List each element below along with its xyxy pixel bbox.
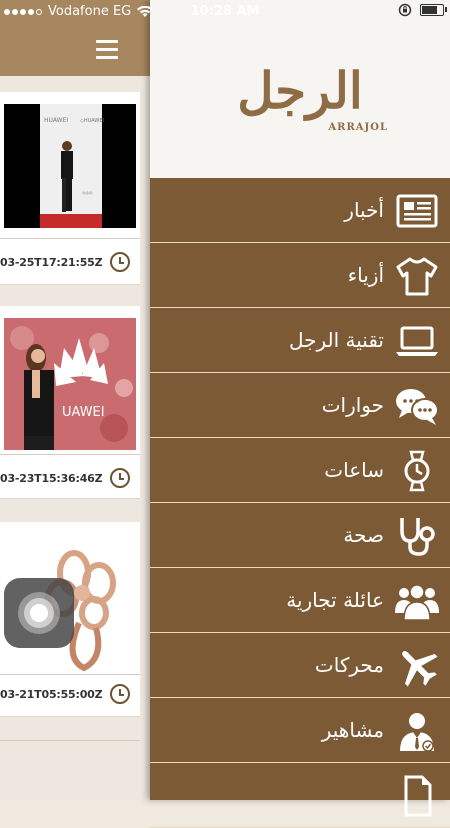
rotation-lock-icon bbox=[398, 3, 412, 17]
article-date: 03-21T05:55:00Z bbox=[0, 688, 103, 701]
arrajol-logo[interactable]: الرجل ARRAJOL bbox=[212, 60, 388, 136]
airplane-icon bbox=[394, 645, 440, 687]
drawer-menu: أخبار أزياء تقنية الرجل حوارات ساعات صحة… bbox=[150, 178, 450, 828]
clock-icon bbox=[110, 252, 130, 272]
menu-item-health[interactable]: صحة bbox=[150, 503, 450, 568]
logo-latin: ARRAJOL bbox=[328, 122, 388, 133]
status-time: 10:28 AM bbox=[190, 4, 260, 19]
menu-item-label: ساعات bbox=[324, 458, 384, 482]
logo-arabic: الرجل bbox=[237, 61, 363, 120]
menu-item-family-business[interactable]: عائلة تجارية bbox=[150, 568, 450, 633]
assistive-touch-button[interactable] bbox=[4, 578, 74, 648]
article-image: HUAWEI ◇HUAWEI ◎◎◎ bbox=[4, 104, 136, 228]
menu-item-watches[interactable]: ساعات bbox=[150, 438, 450, 503]
menu-item-label: مشاهير bbox=[321, 718, 384, 742]
clock-icon bbox=[110, 684, 130, 704]
tshirt-icon bbox=[394, 255, 440, 297]
stethoscope-icon bbox=[394, 515, 440, 557]
laptop-icon bbox=[394, 320, 440, 362]
clock-icon bbox=[110, 468, 130, 488]
chat-bubbles-icon bbox=[394, 385, 440, 427]
menu-item-fashion[interactable]: أزياء bbox=[150, 243, 450, 308]
menu-item-interviews[interactable]: حوارات bbox=[150, 373, 450, 438]
watch-icon bbox=[394, 450, 440, 492]
article-image: UAWEI bbox=[4, 318, 136, 450]
menu-item-label: عائلة تجارية bbox=[286, 588, 384, 612]
menu-item-more[interactable] bbox=[150, 763, 450, 828]
status-bar: Vodafone EG 10:28 AM bbox=[0, 0, 450, 24]
main-content[interactable]: HUAWEI ◇HUAWEI ◎◎◎ 03-25T17:21:55Z UAWEI bbox=[0, 0, 150, 800]
newspaper-icon bbox=[394, 190, 440, 232]
menu-item-label: أزياء bbox=[347, 263, 384, 287]
menu-item-motors[interactable]: محركات bbox=[150, 633, 450, 698]
menu-item-label: تقنية الرجل bbox=[288, 328, 384, 352]
svg-text:◎◎◎: ◎◎◎ bbox=[82, 190, 93, 195]
article-date: 03-25T17:21:55Z bbox=[0, 256, 103, 269]
menu-item-label: أخبار bbox=[344, 198, 384, 222]
svg-text:UAWEI: UAWEI bbox=[62, 405, 105, 420]
news-card[interactable]: UAWEI 03-23T15:36:46Z bbox=[0, 306, 140, 499]
status-right bbox=[398, 3, 447, 17]
menu-item-celebrities[interactable]: مشاهير bbox=[150, 698, 450, 763]
menu-item-label: محركات bbox=[314, 653, 384, 677]
svg-text:HUAWEI: HUAWEI bbox=[44, 117, 68, 124]
news-card[interactable]: HUAWEI ◇HUAWEI ◎◎◎ 03-25T17:21:55Z bbox=[0, 92, 140, 285]
menu-item-news[interactable]: أخبار bbox=[150, 178, 450, 243]
menu-item-label: حوارات bbox=[321, 393, 384, 417]
battery-icon bbox=[420, 4, 447, 16]
svg-text:◇HUAWEI: ◇HUAWEI bbox=[80, 118, 104, 124]
group-icon bbox=[394, 580, 440, 622]
menu-item-label: صحة bbox=[343, 523, 384, 547]
article-date: 03-23T15:36:46Z bbox=[0, 472, 103, 485]
drawer-header: الرجل ARRAJOL bbox=[150, 0, 450, 178]
document-icon bbox=[394, 775, 440, 817]
side-drawer: الرجل ARRAJOL أخبار أزياء تقنية الرجل حو… bbox=[150, 0, 450, 828]
businessman-icon bbox=[394, 710, 440, 752]
hamburger-menu-icon[interactable] bbox=[96, 40, 118, 60]
menu-item-tech[interactable]: تقنية الرجل bbox=[150, 308, 450, 373]
